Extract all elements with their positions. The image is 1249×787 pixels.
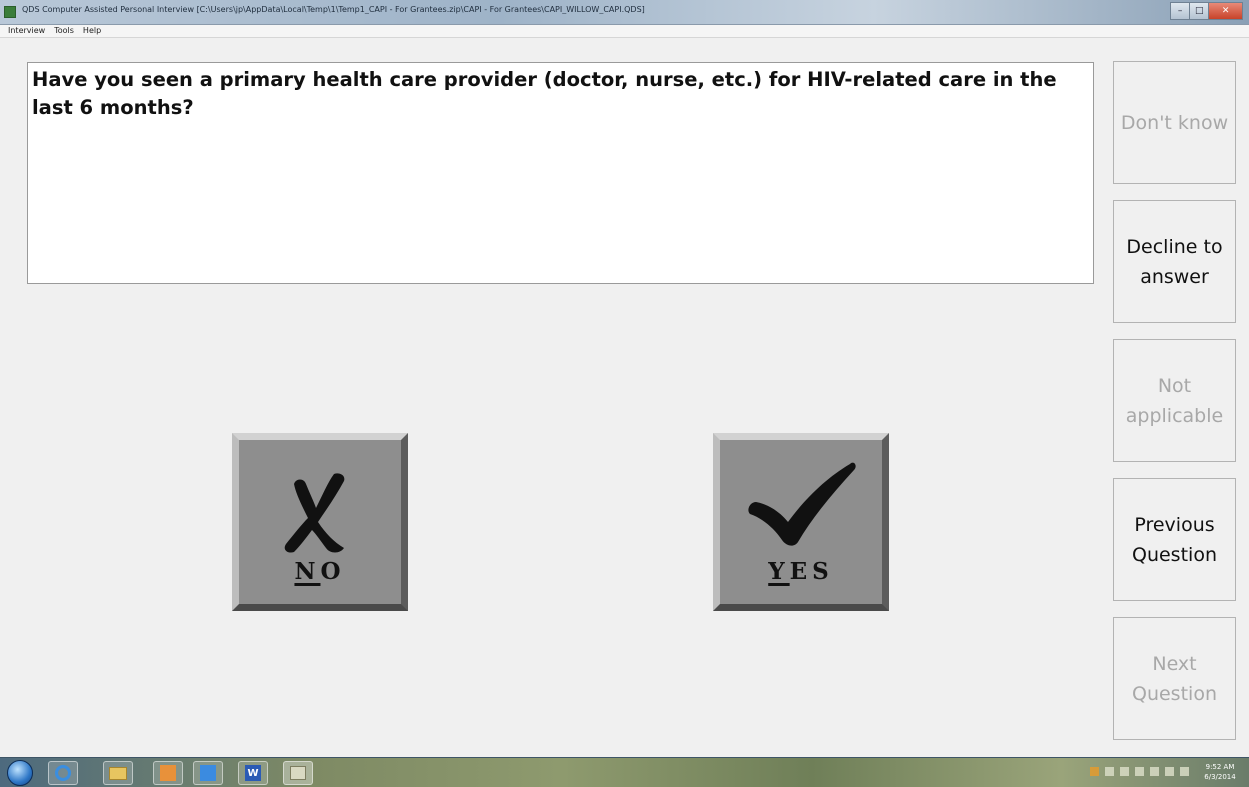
word-icon: W [245, 765, 261, 781]
taskbar-outlook[interactable] [153, 761, 183, 785]
taskbar-clock[interactable]: 9:52 AM 6/3/2014 [1199, 762, 1241, 782]
clock-date: 6/3/2014 [1204, 773, 1236, 781]
taskbar-internet-explorer[interactable] [48, 761, 78, 785]
close-button[interactable]: ✕ [1208, 2, 1243, 20]
yes-label-rest: ES [789, 558, 834, 585]
yes-hotkey: Y [768, 558, 790, 585]
menu-bar: Interview Tools Help [0, 25, 1249, 38]
title-bar: QDS Computer Assisted Personal Interview… [0, 0, 1249, 25]
x-mark-icon [239, 472, 401, 554]
tray-chevron-icon[interactable] [1105, 767, 1114, 776]
maximize-button[interactable]: □ [1189, 2, 1210, 20]
window-controls: – □ ✕ [1170, 2, 1243, 20]
taskbar-word[interactable]: W [238, 761, 268, 785]
tray-battery-icon[interactable] [1135, 767, 1144, 776]
start-button[interactable] [7, 760, 33, 786]
minimize-button[interactable]: – [1170, 2, 1191, 20]
checkmark-icon [720, 458, 882, 546]
yes-button[interactable]: YES [713, 433, 889, 611]
next-question-button[interactable]: Next Question [1113, 617, 1236, 740]
question-box: Have you seen a primary health care prov… [27, 62, 1094, 284]
window-title: QDS Computer Assisted Personal Interview… [22, 5, 645, 14]
tray-volume-icon[interactable] [1180, 767, 1189, 776]
tray-network-icon[interactable] [1150, 767, 1159, 776]
previous-question-button[interactable]: Previous Question [1113, 478, 1236, 601]
no-label: NO [239, 558, 401, 585]
menu-tools[interactable]: Tools [54, 25, 74, 37]
menu-help[interactable]: Help [83, 25, 101, 37]
dont-know-button[interactable]: Don't know [1113, 61, 1236, 184]
taskbar-file-explorer[interactable] [103, 761, 133, 785]
menu-interview[interactable]: Interview [8, 25, 45, 37]
tray-app-icon[interactable] [1120, 767, 1129, 776]
taskbar: W 9:52 AM 6/3/2014 [0, 757, 1249, 787]
no-hotkey: N [294, 558, 321, 585]
system-tray [1090, 767, 1189, 776]
capi-window: QDS Computer Assisted Personal Interview… [0, 0, 1249, 787]
taskbar-lync[interactable] [193, 761, 223, 785]
no-button[interactable]: NO [232, 433, 408, 611]
clock-time: 9:52 AM [1205, 763, 1235, 771]
internet-explorer-icon [55, 765, 71, 781]
tray-sync-icon[interactable] [1165, 767, 1174, 776]
tray-flag-icon[interactable] [1090, 767, 1099, 776]
qds-app-icon [290, 766, 306, 780]
lync-icon [200, 765, 216, 781]
outlook-icon [160, 765, 176, 781]
decline-to-answer-button[interactable]: Decline to answer [1113, 200, 1236, 323]
app-icon [4, 6, 16, 18]
no-label-rest: O [320, 558, 346, 585]
not-applicable-button[interactable]: Not applicable [1113, 339, 1236, 462]
taskbar-qds-app[interactable] [283, 761, 313, 785]
yes-label: YES [720, 558, 882, 585]
folder-icon [109, 766, 127, 780]
question-text: Have you seen a primary health care prov… [32, 68, 1057, 119]
